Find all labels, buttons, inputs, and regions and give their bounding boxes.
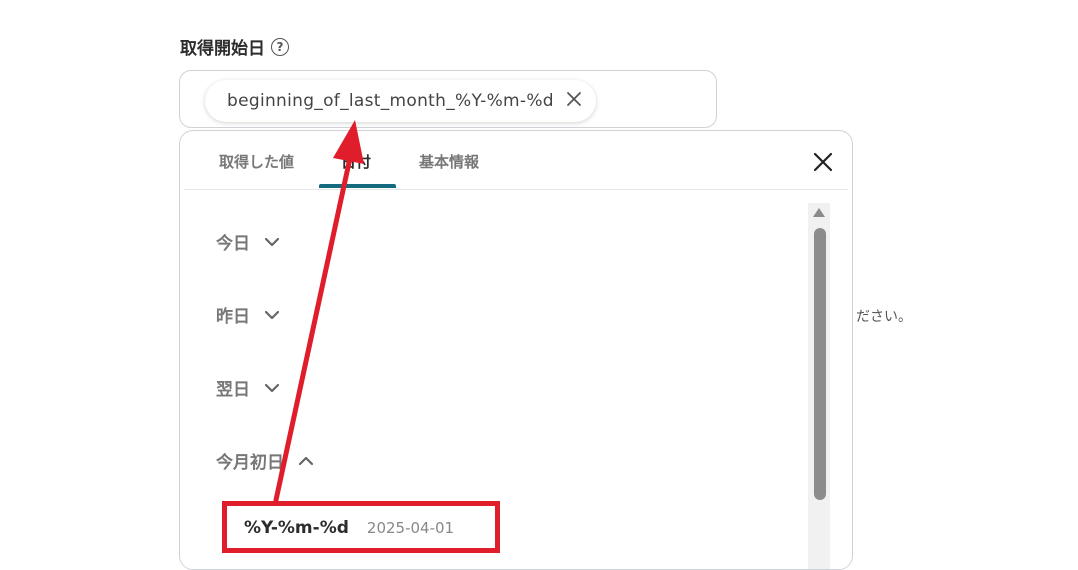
help-icon[interactable]: ?: [271, 37, 289, 56]
scroll-up-arrow-icon[interactable]: [813, 208, 825, 217]
group-label: 昨日: [216, 307, 250, 327]
group-today[interactable]: 今日: [216, 229, 280, 254]
active-tab-indicator: [319, 184, 396, 188]
date-input[interactable]: beginning_of_last_month_%Y-%m-%d: [179, 70, 717, 128]
chevron-down-icon: [264, 378, 280, 398]
format-pattern: %Y-%m-%d: [244, 518, 349, 538]
group-label: 今日: [216, 234, 250, 254]
format-example: 2025-04-01: [366, 519, 455, 537]
group-yesterday[interactable]: 昨日: [216, 302, 280, 327]
chevron-up-icon: [298, 451, 314, 471]
value-chip[interactable]: beginning_of_last_month_%Y-%m-%d: [205, 80, 596, 122]
tab-bar: 取得した値 日付 基本情報: [184, 131, 848, 190]
group-label: 翌日: [216, 380, 250, 400]
chevron-down-icon: [264, 305, 280, 325]
tab-acquired-values[interactable]: 取得した値: [219, 151, 294, 172]
chip-close-icon[interactable]: [566, 90, 582, 112]
panel-close-icon[interactable]: [812, 151, 834, 177]
format-option-ymd[interactable]: %Y-%m-%d 2025-04-01: [222, 504, 497, 552]
group-label: 今月初日: [216, 453, 284, 473]
scrollbar-thumb[interactable]: [814, 228, 826, 500]
field-label-text: 取得開始日: [180, 39, 265, 59]
tab-basic-info[interactable]: 基本情報: [419, 151, 479, 172]
chip-text: beginning_of_last_month_%Y-%m-%d: [227, 91, 554, 111]
tab-date[interactable]: 日付: [341, 151, 371, 172]
value-picker-panel: 取得した値 日付 基本情報 今日 昨日 翌日 今月初日 %Y-%m-%d 202…: [179, 130, 853, 570]
background-hint-text: ださい。: [856, 309, 912, 325]
group-tomorrow[interactable]: 翌日: [216, 375, 280, 400]
chevron-down-icon: [264, 232, 280, 252]
field-label: 取得開始日 ?: [180, 34, 289, 59]
group-month-start[interactable]: 今月初日: [216, 448, 314, 473]
